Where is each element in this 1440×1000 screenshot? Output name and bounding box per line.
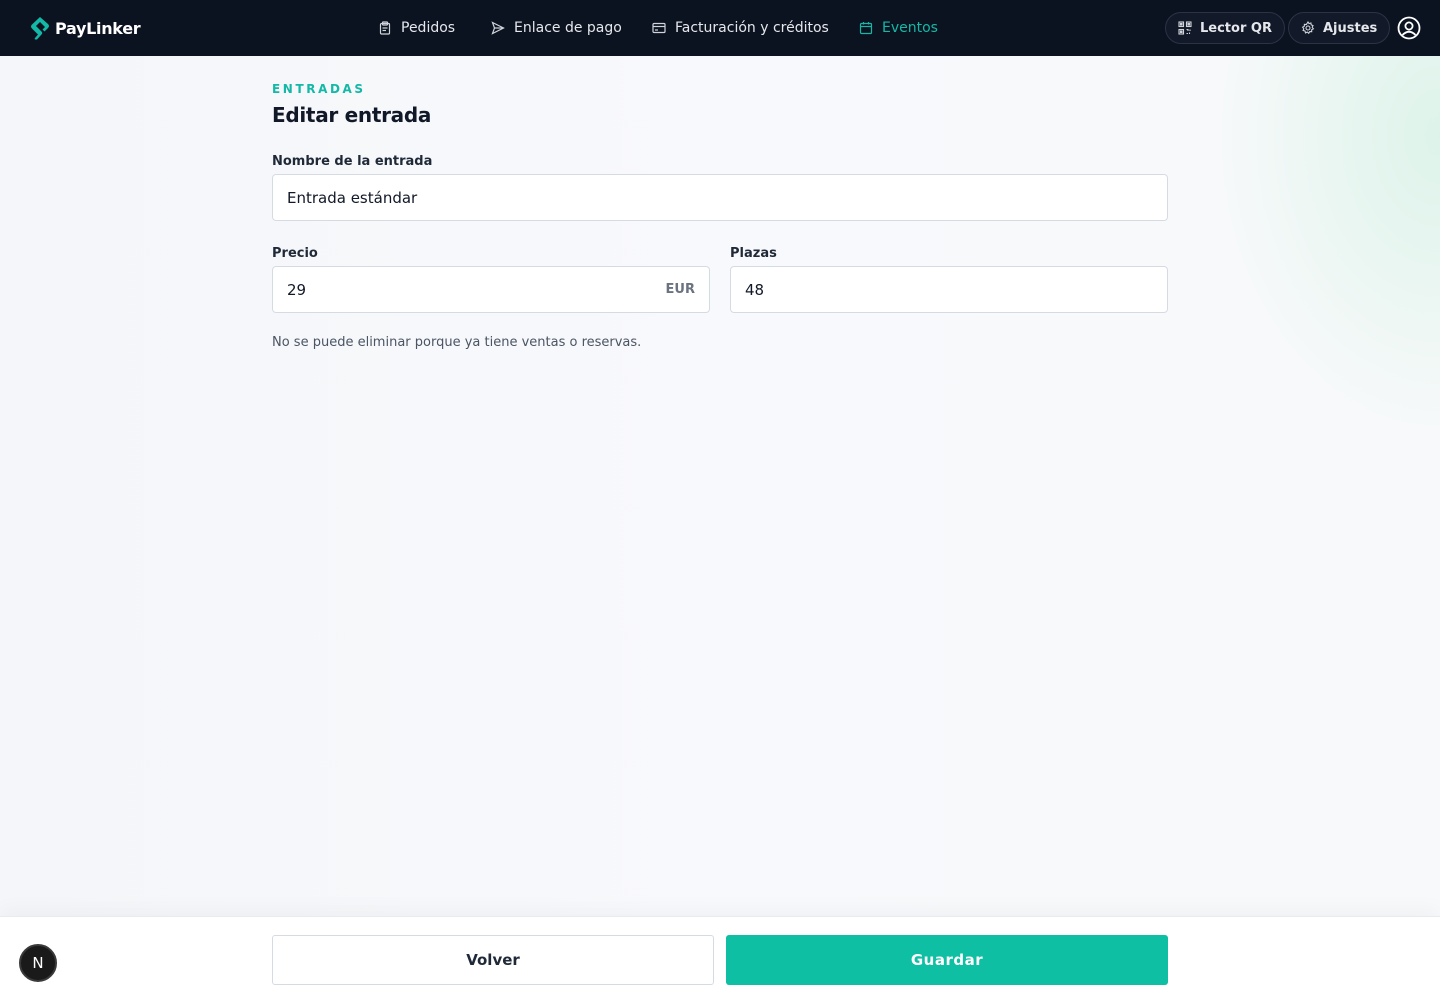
user-account-icon[interactable]: [1397, 16, 1421, 40]
clipboard-icon: [379, 21, 391, 35]
gear-icon: [1301, 21, 1315, 35]
nav-item-facturacion[interactable]: Facturación y créditos: [652, 17, 829, 39]
settings-label: Ajustes: [1323, 20, 1378, 36]
nav-item-label: Enlace de pago: [514, 20, 622, 36]
ticket-name-field: [272, 174, 1168, 221]
seats-label: Plazas: [730, 246, 777, 261]
delete-disabled-hint: No se puede eliminar porque ya tiene ven…: [272, 335, 642, 350]
price-label: Precio: [272, 246, 318, 261]
section-eyebrow: ENTRADAS: [272, 82, 366, 96]
qr-reader-button[interactable]: Lector QR: [1165, 12, 1285, 44]
send-icon: [491, 21, 505, 35]
qr-code-icon: [1178, 21, 1192, 35]
nav-item-label: Facturación y créditos: [675, 20, 829, 36]
nav-item-pedidos[interactable]: Pedidos: [378, 17, 455, 39]
price-input[interactable]: [287, 280, 666, 299]
brand-name: PayLinker: [55, 18, 141, 38]
brand[interactable]: PayLinker: [29, 15, 141, 41]
credit-card-icon: [652, 22, 666, 34]
action-footer: N Volver Guardar: [0, 916, 1440, 1000]
ticket-name-input[interactable]: [287, 188, 1153, 207]
currency-suffix: EUR: [665, 282, 695, 297]
nav-item-eventos[interactable]: Eventos: [859, 17, 938, 39]
nav-item-label: Eventos: [882, 20, 938, 36]
settings-button[interactable]: Ajustes: [1288, 12, 1391, 44]
page-title: Editar entrada: [272, 103, 432, 127]
save-button[interactable]: Guardar: [726, 935, 1168, 985]
qr-reader-label: Lector QR: [1200, 20, 1272, 36]
paylinker-logo-icon: [31, 17, 49, 40]
back-button[interactable]: Volver: [272, 935, 714, 985]
nav-item-label: Pedidos: [401, 20, 456, 36]
dev-tools-badge[interactable]: N: [19, 944, 57, 982]
seats-field: [730, 266, 1168, 313]
ticket-name-label: Nombre de la entrada: [272, 154, 433, 169]
nav-item-enlace-de-pago[interactable]: Enlace de pago: [491, 17, 622, 39]
seats-input[interactable]: [745, 280, 1153, 299]
top-navbar: PayLinker Pedidos Enlace de pago Factura…: [0, 0, 1440, 56]
calendar-icon: [859, 22, 873, 35]
price-field: EUR: [272, 266, 710, 313]
